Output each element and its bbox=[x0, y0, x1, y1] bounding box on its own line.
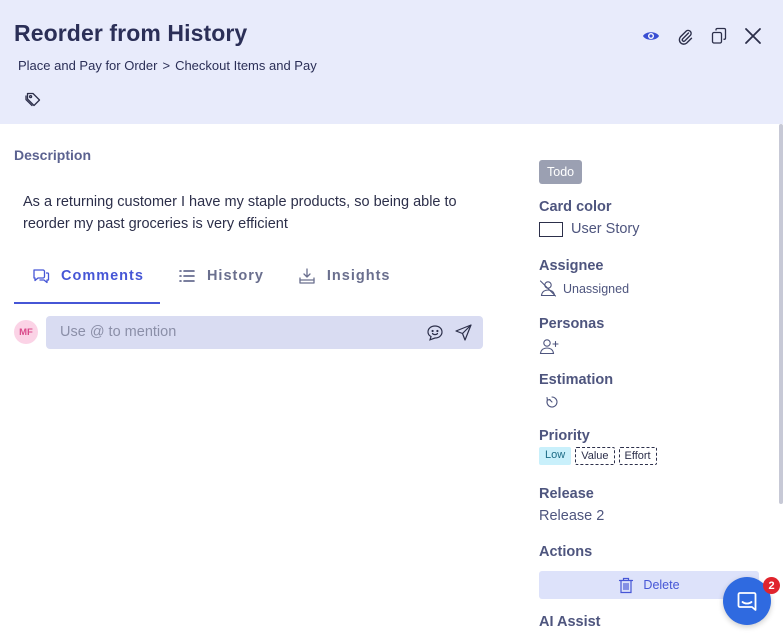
priority-effort-box[interactable]: Effort bbox=[618, 447, 657, 465]
description-label: Description bbox=[14, 147, 92, 163]
scrollbar[interactable] bbox=[779, 124, 783, 504]
card-color-label: Card color bbox=[539, 199, 612, 215]
comment-input[interactable] bbox=[60, 324, 410, 340]
close-icon[interactable] bbox=[743, 26, 763, 46]
user-slash-icon bbox=[539, 280, 557, 297]
card-header: Reorder from History Place and Pay for O… bbox=[0, 0, 783, 124]
add-persona-icon[interactable] bbox=[539, 338, 559, 355]
assignee-value: Unassigned bbox=[563, 281, 630, 296]
comments-icon bbox=[33, 269, 50, 284]
priority-label: Priority bbox=[539, 428, 590, 444]
priority-controls: Low Value Effort bbox=[539, 447, 657, 465]
breadcrumb: Place and Pay for Order > Checkout Items a… bbox=[18, 58, 317, 73]
tab-history[interactable]: History bbox=[160, 262, 280, 304]
actions-label: Actions bbox=[539, 544, 593, 560]
list-icon bbox=[179, 270, 195, 282]
chat-icon bbox=[737, 592, 757, 611]
release-label: Release bbox=[539, 486, 594, 502]
color-swatch bbox=[539, 221, 563, 237]
description-text[interactable]: As a returning customer I have my staple… bbox=[23, 191, 493, 235]
activity-tabs: Comments History Insights bbox=[14, 262, 483, 304]
send-icon[interactable] bbox=[454, 323, 473, 342]
header-actions bbox=[641, 26, 763, 46]
trash-icon bbox=[619, 577, 634, 593]
priority-value-box[interactable]: Value bbox=[575, 447, 615, 465]
user-avatar[interactable]: MF bbox=[14, 320, 38, 344]
estimation-label: Estimation bbox=[539, 372, 614, 388]
personas-label: Personas bbox=[539, 316, 605, 332]
paperclip-icon[interactable] bbox=[675, 26, 695, 46]
breadcrumb-item-epic[interactable]: Place and Pay for Order bbox=[18, 58, 157, 73]
card-color-value: User Story bbox=[571, 221, 640, 237]
emoji-icon[interactable] bbox=[426, 324, 444, 342]
breadcrumb-separator: > bbox=[162, 58, 171, 73]
ai-assist-label: AI Assist bbox=[539, 614, 601, 630]
card-color-selector[interactable]: User Story bbox=[539, 221, 640, 237]
breadcrumb-item-feature[interactable]: Checkout Items and Pay bbox=[175, 58, 317, 73]
tag-icon[interactable] bbox=[24, 91, 42, 109]
tab-insights[interactable]: Insights bbox=[280, 262, 407, 304]
estimation-icon[interactable] bbox=[545, 395, 559, 409]
eye-icon[interactable] bbox=[641, 26, 661, 46]
tab-comments-label: Comments bbox=[61, 268, 144, 284]
notification-badge: 2 bbox=[763, 577, 780, 594]
tab-history-label: History bbox=[206, 268, 264, 284]
tab-comments[interactable]: Comments bbox=[14, 262, 160, 304]
priority-low-badge[interactable]: Low bbox=[539, 447, 572, 465]
assignee-label: Assignee bbox=[539, 258, 604, 274]
card-title[interactable]: Reorder from History bbox=[14, 20, 247, 47]
comment-composer bbox=[46, 316, 483, 349]
download-tray-icon bbox=[299, 268, 315, 284]
status-badge[interactable]: Todo bbox=[539, 160, 583, 184]
copy-icon[interactable] bbox=[709, 26, 729, 46]
release-value[interactable]: Release 2 bbox=[539, 508, 604, 524]
assignee-selector[interactable]: Unassigned bbox=[539, 280, 629, 297]
tab-insights-label: Insights bbox=[326, 268, 391, 284]
delete-label: Delete bbox=[643, 578, 680, 592]
